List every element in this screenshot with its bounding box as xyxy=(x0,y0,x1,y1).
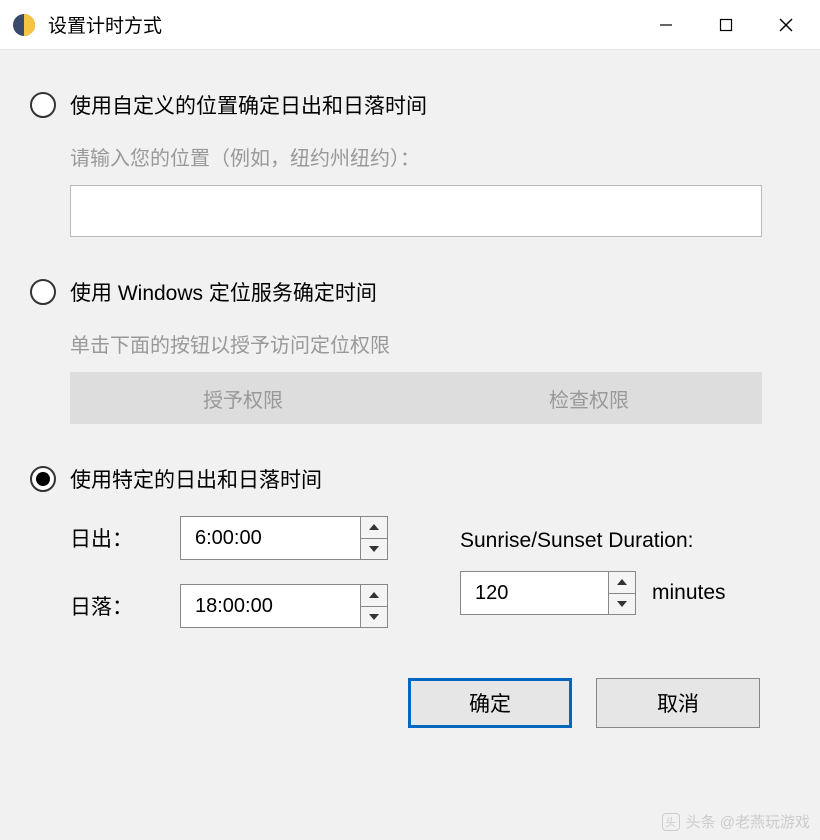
sunset-label: 日落： xyxy=(70,591,180,621)
option-windows-location: 使用 Windows 定位服务确定时间 单击下面的按钮以授予访问定位权限 授予权… xyxy=(30,277,790,424)
radio-icon xyxy=(30,92,56,118)
window-controls xyxy=(636,5,816,45)
check-permission-button[interactable]: 检查权限 xyxy=(416,372,762,424)
radio-custom-location[interactable]: 使用自定义的位置确定日出和日落时间 xyxy=(30,90,790,120)
radio-icon xyxy=(30,466,56,492)
watermark: 头 头条 @老燕玩游戏 xyxy=(662,811,810,832)
duration-down-button[interactable] xyxy=(609,594,635,615)
sunset-down-button[interactable] xyxy=(361,607,387,628)
sunset-up-button[interactable] xyxy=(361,585,387,607)
sunset-value: 18:00:00 xyxy=(181,585,361,627)
radio-label: 使用 Windows 定位服务确定时间 xyxy=(70,277,377,307)
permission-hint: 单击下面的按钮以授予访问定位权限 xyxy=(70,329,790,358)
title-bar: 设置计时方式 xyxy=(0,0,820,50)
dialog-footer: 确定 取消 xyxy=(30,678,790,728)
option-specific-times: 使用特定的日出和日落时间 日出： 6:00:00 Sunrise/Sunset … xyxy=(30,464,790,628)
minimize-button[interactable] xyxy=(636,5,696,45)
sunset-spinner[interactable]: 18:00:00 xyxy=(180,584,388,628)
cancel-button[interactable]: 取消 xyxy=(596,678,760,728)
close-button[interactable] xyxy=(756,5,816,45)
sunrise-label: 日出： xyxy=(70,523,180,553)
watermark-text: 头条 @老燕玩游戏 xyxy=(686,811,810,832)
ok-button[interactable]: 确定 xyxy=(408,678,572,728)
duration-up-button[interactable] xyxy=(609,572,635,594)
radio-label: 使用自定义的位置确定日出和日落时间 xyxy=(70,90,427,120)
app-icon xyxy=(12,13,36,37)
grant-permission-button[interactable]: 授予权限 xyxy=(70,372,416,424)
location-input[interactable] xyxy=(70,185,762,237)
window-title: 设置计时方式 xyxy=(48,11,636,38)
dialog-content: 使用自定义的位置确定日出和日落时间 请输入您的位置（例如，纽约州纽约）： 使用 … xyxy=(0,50,820,748)
duration-unit: minutes xyxy=(652,581,726,605)
sunrise-spinner[interactable]: 6:00:00 xyxy=(180,516,388,560)
duration-value: 120 xyxy=(461,572,609,614)
radio-icon xyxy=(30,279,56,305)
radio-label: 使用特定的日出和日落时间 xyxy=(70,464,322,494)
radio-specific-times[interactable]: 使用特定的日出和日落时间 xyxy=(30,464,790,494)
radio-windows-location[interactable]: 使用 Windows 定位服务确定时间 xyxy=(30,277,790,307)
sunrise-up-button[interactable] xyxy=(361,517,387,539)
maximize-button[interactable] xyxy=(696,5,756,45)
location-hint: 请输入您的位置（例如，纽约州纽约）： xyxy=(70,142,790,171)
watermark-icon: 头 xyxy=(662,813,680,831)
sunrise-down-button[interactable] xyxy=(361,539,387,560)
duration-label: Sunrise/Sunset Duration: xyxy=(460,529,790,553)
duration-spinner[interactable]: 120 xyxy=(460,571,636,615)
option-custom-location: 使用自定义的位置确定日出和日落时间 请输入您的位置（例如，纽约州纽约）： xyxy=(30,90,790,237)
sunrise-value: 6:00:00 xyxy=(181,517,361,559)
